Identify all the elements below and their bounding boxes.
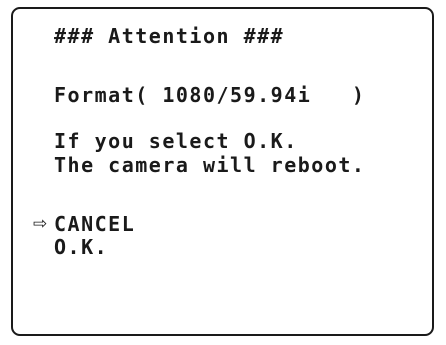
menu-item-ok[interactable]: O.K. xyxy=(54,236,108,259)
selection-cursor-arrow-icon: ⇨ xyxy=(33,214,49,234)
reboot-warning-line1: If you select O.K. xyxy=(54,129,298,153)
reboot-warning-line2: The camera will reboot. xyxy=(54,153,366,177)
attention-title: ### Attention ### xyxy=(54,24,285,48)
menu-item-cancel[interactable]: CANCEL xyxy=(54,213,135,236)
osd-screen: ### Attention ### Format( 1080/59.94i ) … xyxy=(11,7,434,336)
format-line: Format( 1080/59.94i ) xyxy=(54,83,366,107)
osd-content: ### Attention ### Format( 1080/59.94i ) … xyxy=(13,9,364,259)
